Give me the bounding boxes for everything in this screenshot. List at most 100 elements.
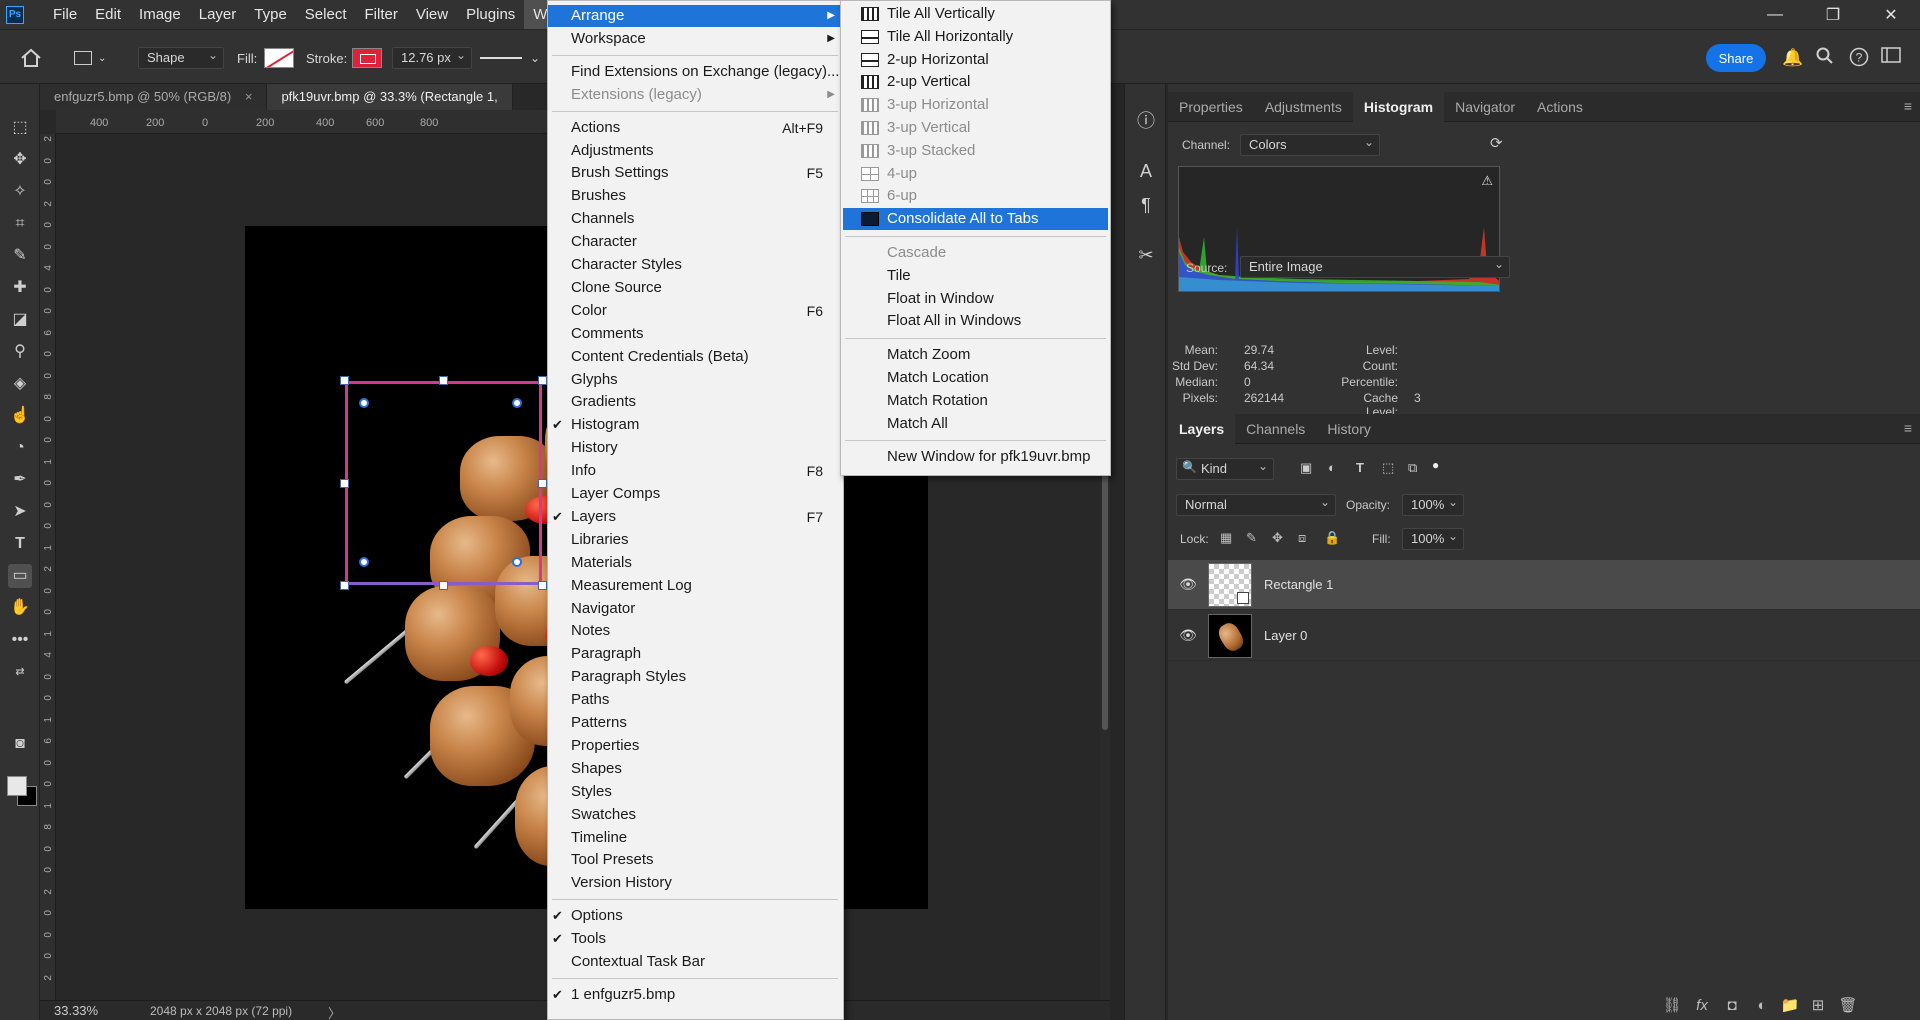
menu-select[interactable]: Select: [296, 0, 356, 29]
window-menu-item-find-extensions-on-exchange-legacy[interactable]: Find Extensions on Exchange (legacy)...: [548, 61, 843, 83]
window-menu-item-adjustments[interactable]: Adjustments: [548, 140, 843, 162]
transform-handle[interactable]: [538, 479, 547, 488]
tab-pfk19uvr[interactable]: pfk19uvr.bmp @ 33.3% (Rectangle 1,: [267, 84, 513, 110]
window-menu-item-libraries[interactable]: Libraries: [548, 529, 843, 551]
eyedropper-icon[interactable]: ⚲: [8, 340, 32, 364]
status-menu-icon[interactable]: 〉: [328, 1003, 341, 1020]
tab-navigator[interactable]: Navigator: [1444, 92, 1526, 122]
window-menu-item-measurement-log[interactable]: Measurement Log: [548, 575, 843, 597]
pen-tool-icon[interactable]: ✒: [8, 468, 32, 492]
window-menu-item-options[interactable]: Options ✔: [548, 905, 843, 927]
bell-icon[interactable]: 🔔: [1782, 47, 1804, 69]
transform-handle[interactable]: [340, 479, 349, 488]
window-menu-item-paragraph[interactable]: Paragraph: [548, 643, 843, 665]
opacity-field[interactable]: 100%: [1402, 492, 1464, 516]
tab-histogram[interactable]: Histogram: [1352, 92, 1445, 122]
home-icon[interactable]: [20, 47, 42, 69]
delete-layer-icon[interactable]: 🗑: [1838, 996, 1858, 1016]
crop-tool-icon[interactable]: ⌗: [8, 212, 32, 236]
menu-view[interactable]: View: [407, 0, 457, 29]
lock-pixels-icon[interactable]: ✎: [1246, 530, 1257, 546]
transform-handle[interactable]: [340, 376, 349, 385]
window-menu-item-timeline[interactable]: Timeline: [548, 827, 843, 849]
add-mask-icon[interactable]: ◘: [1722, 996, 1742, 1016]
window-menu-item-history[interactable]: History: [548, 437, 843, 459]
window-menu-item-patterns[interactable]: Patterns: [548, 712, 843, 734]
window-menu-item-info[interactable]: Info F8: [548, 460, 843, 482]
window-menu-item-gradients[interactable]: Gradients: [548, 391, 843, 413]
transform-handle[interactable]: [538, 581, 547, 590]
filter-shape-icon[interactable]: ⬚: [1382, 460, 1394, 476]
close-tab-icon[interactable]: ×: [245, 89, 253, 104]
menu-image[interactable]: Image: [130, 0, 190, 29]
menu-layer[interactable]: Layer: [190, 0, 246, 29]
window-menu-item-brushes[interactable]: Brushes: [548, 185, 843, 207]
window-menu-item-tool-presets[interactable]: Tool Presets: [548, 849, 843, 871]
filter-adjustment-icon[interactable]: ◐: [1328, 460, 1336, 475]
hand-tool-icon[interactable]: ✋: [8, 596, 32, 620]
layer-style-icon[interactable]: fx: [1692, 996, 1712, 1016]
window-menu-item-character-styles[interactable]: Character Styles: [548, 254, 843, 276]
menu-plugins[interactable]: Plugins: [457, 0, 524, 29]
link-layers-icon[interactable]: ⛓: [1662, 996, 1682, 1016]
arrange-item-2-up-vertical[interactable]: 2-up Vertical: [843, 71, 1108, 93]
blend-mode-dropdown[interactable]: Normal: [1176, 492, 1336, 516]
stroke-width-field[interactable]: 12.76 px: [392, 45, 472, 69]
path-selection-icon[interactable]: ➤: [8, 500, 32, 524]
arrange-item-match-zoom[interactable]: Match Zoom: [843, 344, 1108, 366]
window-menu-item-version-history[interactable]: Version History: [548, 872, 843, 894]
menu-edit[interactable]: Edit: [86, 0, 130, 29]
window-menu-item-swatches[interactable]: Swatches: [548, 804, 843, 826]
window-menu-item-actions[interactable]: Actions Alt+F9: [548, 117, 843, 139]
window-menu-item-content-credentials-beta[interactable]: Content Credentials (Beta): [548, 346, 843, 368]
panel-menu-icon[interactable]: ≡: [1904, 98, 1912, 114]
lock-all-icon[interactable]: 🔒: [1324, 530, 1340, 546]
tab-actions[interactable]: Actions: [1526, 92, 1594, 122]
arrange-item-new-window-for-pfk19uvr-bmp[interactable]: New Window for pfk19uvr.bmp: [843, 446, 1108, 468]
layers-panel-menu-icon[interactable]: ≡: [1904, 420, 1912, 436]
filter-smart-object-icon[interactable]: ⧉: [1408, 460, 1417, 476]
lock-artboard-icon[interactable]: ⧈: [1298, 530, 1306, 546]
corner-radius-handle[interactable]: [359, 557, 369, 567]
foreground-color-swatch[interactable]: [7, 776, 27, 796]
dodge-tool-icon[interactable]: ◔: [8, 436, 32, 460]
move-tool-icon[interactable]: ✥: [8, 148, 32, 172]
arrange-item-float-all-in-windows[interactable]: Float All in Windows: [843, 310, 1108, 332]
arrange-item-match-all[interactable]: Match All: [843, 413, 1108, 435]
menu-type[interactable]: Type: [245, 0, 296, 29]
arrange-item-match-rotation[interactable]: Match Rotation: [843, 390, 1108, 412]
window-menu-item-materials[interactable]: Materials: [548, 552, 843, 574]
filter-type-icon[interactable]: T: [1356, 460, 1364, 475]
share-button[interactable]: Share: [1706, 44, 1766, 72]
help-icon[interactable]: ?: [1848, 47, 1870, 69]
arrange-item-float-in-window[interactable]: Float in Window: [843, 288, 1108, 310]
arrange-item-consolidate-all-to-tabs[interactable]: Consolidate All to Tabs: [843, 208, 1108, 231]
healing-brush-icon[interactable]: ✚: [8, 276, 32, 300]
rectangle-shape[interactable]: [345, 381, 542, 585]
info-panel-icon[interactable]: ⓘ: [1135, 110, 1157, 132]
smudge-tool-icon[interactable]: ☝: [8, 404, 32, 428]
window-menu-item-properties[interactable]: Properties: [548, 735, 843, 757]
tab-enfguzr5[interactable]: enfguzr5.bmp @ 50% (RGB/8) ×: [40, 84, 268, 110]
window-menu-item-brush-settings[interactable]: Brush Settings F5: [548, 162, 843, 184]
corner-radius-handle[interactable]: [512, 557, 522, 567]
transform-handle[interactable]: [439, 376, 448, 385]
window-menu-item-comments[interactable]: Comments: [548, 323, 843, 345]
character-panel-icon[interactable]: A: [1135, 160, 1157, 182]
paint-bucket-icon[interactable]: ◈: [8, 372, 32, 396]
window-menu-item-notes[interactable]: Notes: [548, 620, 843, 642]
tab-history[interactable]: History: [1316, 414, 1382, 444]
magic-wand-icon[interactable]: ✧: [8, 180, 32, 204]
tab-adjustments[interactable]: Adjustments: [1254, 92, 1353, 122]
minimize-icon[interactable]: —: [1746, 0, 1804, 29]
swap-colors-icon[interactable]: ⇄: [8, 660, 32, 684]
menu-filter[interactable]: Filter: [356, 0, 407, 29]
window-menu-item-color[interactable]: Color F6: [548, 300, 843, 322]
arrange-item-2-up-horizontal[interactable]: 2-up Horizontal: [843, 49, 1108, 71]
lock-position-icon[interactable]: ✥: [1272, 530, 1283, 546]
window-menu-item-1-enfguzr5-bmp[interactable]: 1 enfguzr5.bmp ✔: [548, 984, 843, 1006]
layer-row-rectangle-1[interactable]: 👁 Rectangle 1: [1168, 560, 1920, 610]
window-menu-item-arrange[interactable]: Arrange ▶: [548, 5, 843, 27]
source-dropdown[interactable]: Entire Image: [1240, 254, 1510, 278]
window-menu-item-contextual-task-bar[interactable]: Contextual Task Bar: [548, 951, 843, 973]
